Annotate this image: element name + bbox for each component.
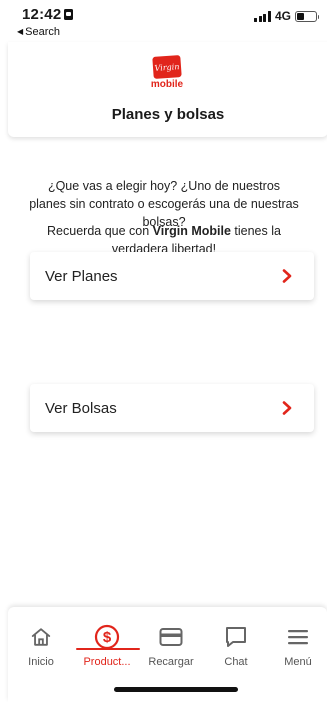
nav-item-recargar[interactable]: Recargar xyxy=(139,624,203,668)
reminder-brand: Virgin Mobile xyxy=(152,224,231,238)
orientation-lock-icon xyxy=(64,9,74,20)
ver-planes-label: Ver Planes xyxy=(45,267,118,285)
nav-label-recargar: Recargar xyxy=(148,656,194,668)
back-to-search-link[interactable]: ◀ Search xyxy=(17,26,60,38)
home-icon xyxy=(9,624,73,650)
home-indicator[interactable] xyxy=(114,687,238,692)
chevron-right-icon xyxy=(280,401,294,415)
nav-label-productos: Product... xyxy=(83,656,131,668)
back-arrow-icon: ◀ xyxy=(17,27,24,36)
status-bar: 12:42 ◀ Search 4G xyxy=(0,0,327,42)
battery-icon xyxy=(295,10,319,22)
credit-card-icon xyxy=(139,624,203,650)
active-tab-indicator xyxy=(76,648,140,650)
virgin-mobile-logo: Virgin mobile xyxy=(149,55,185,90)
hamburger-menu-icon xyxy=(266,624,327,650)
signal-icon xyxy=(254,10,271,22)
back-label: Search xyxy=(25,26,61,38)
ver-bolsas-button[interactable]: Ver Bolsas xyxy=(30,384,314,432)
nav-item-chat[interactable]: Chat xyxy=(204,624,268,668)
logo-badge: Virgin xyxy=(152,55,182,79)
reminder-prefix: Recuerda que con xyxy=(47,224,153,238)
chevron-right-icon xyxy=(280,269,294,283)
logo-script: Virgin xyxy=(154,61,180,73)
nav-label-chat: Chat xyxy=(224,656,248,668)
time-text: 12:42 xyxy=(22,6,62,23)
nav-label-inicio: Inicio xyxy=(28,656,54,668)
nav-item-menu[interactable]: Menú xyxy=(266,624,327,668)
svg-text:$: $ xyxy=(103,629,112,646)
status-indicators: 4G xyxy=(254,9,319,23)
network-type: 4G xyxy=(274,9,291,23)
nav-item-productos[interactable]: $ Product... xyxy=(75,624,139,668)
bottom-navigation: Inicio $ Product... Recargar Chat Menú xyxy=(8,607,327,702)
ver-planes-button[interactable]: Ver Planes xyxy=(30,252,314,300)
nav-item-inicio[interactable]: Inicio xyxy=(9,624,73,668)
page-title: Planes y bolsas xyxy=(111,106,225,123)
logo-word: mobile xyxy=(150,79,184,90)
ver-bolsas-label: Ver Bolsas xyxy=(45,399,117,417)
dollar-circle-icon: $ xyxy=(75,624,139,650)
nav-label-menu: Menú xyxy=(284,656,312,668)
chat-bubble-icon xyxy=(204,624,268,650)
page-header: Virgin mobile Planes y bolsas xyxy=(8,42,327,137)
status-time: 12:42 xyxy=(22,6,74,23)
